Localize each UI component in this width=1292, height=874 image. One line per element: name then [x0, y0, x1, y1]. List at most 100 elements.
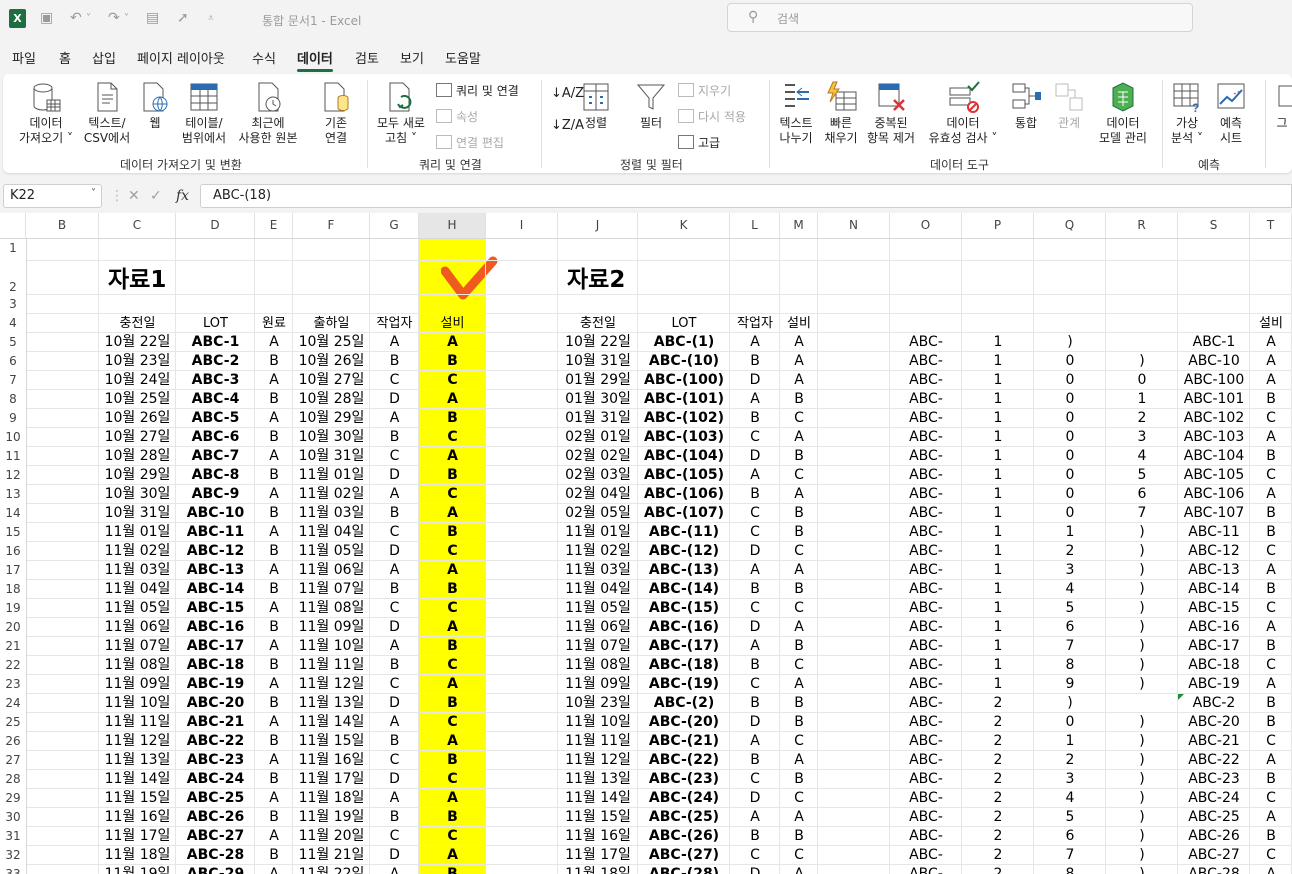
- cell-k5[interactable]: ABC-(1): [638, 333, 730, 352]
- cell-j9[interactable]: 01월 31일: [558, 409, 638, 428]
- cell-d9[interactable]: ABC-5: [176, 409, 255, 428]
- cell-q25[interactable]: 0: [1034, 713, 1106, 732]
- edit-links-button[interactable]: 연결 편집: [436, 134, 504, 151]
- cell-e23[interactable]: A: [255, 675, 293, 694]
- cell-g9[interactable]: A: [370, 409, 419, 428]
- cell-m11[interactable]: B: [780, 447, 818, 466]
- cell-t5[interactable]: A: [1250, 333, 1292, 352]
- cell-r19[interactable]: ): [1106, 599, 1178, 618]
- cell-g25[interactable]: A: [370, 713, 419, 732]
- cell-m14[interactable]: B: [780, 504, 818, 523]
- column-header-n[interactable]: N: [818, 213, 890, 238]
- column-header-q[interactable]: Q: [1034, 213, 1106, 238]
- cell-m20[interactable]: A: [780, 618, 818, 637]
- cell-r28[interactable]: ): [1106, 770, 1178, 789]
- cell-o28[interactable]: ABC-: [890, 770, 962, 789]
- cell-p18[interactable]: 1: [962, 580, 1034, 599]
- cell-o6[interactable]: ABC-: [890, 352, 962, 371]
- cell-d26[interactable]: ABC-22: [176, 732, 255, 751]
- cell-g19[interactable]: C: [370, 599, 419, 618]
- cell-f15[interactable]: 11월 04일: [293, 523, 370, 542]
- cell-l7[interactable]: D: [730, 371, 780, 390]
- cell-j6[interactable]: 10월 31일: [558, 352, 638, 371]
- redo-dropdown-icon[interactable]: ˅: [124, 13, 129, 24]
- cell-o7[interactable]: ABC-: [890, 371, 962, 390]
- cell-l6[interactable]: B: [730, 352, 780, 371]
- cell-k33[interactable]: ABC-(28): [638, 865, 730, 874]
- cancel-icon[interactable]: ✕: [128, 188, 140, 204]
- cell-o32[interactable]: ABC-: [890, 846, 962, 865]
- cell-h20[interactable]: A: [419, 618, 486, 637]
- cell-r25[interactable]: ): [1106, 713, 1178, 732]
- row-header[interactable]: 6: [0, 352, 27, 371]
- cell-s10[interactable]: ABC-103: [1178, 428, 1250, 447]
- cell-r31[interactable]: ): [1106, 827, 1178, 846]
- cell-s32[interactable]: ABC-27: [1178, 846, 1250, 865]
- cell-t26[interactable]: C: [1250, 732, 1292, 751]
- column-header-o[interactable]: O: [890, 213, 962, 238]
- cell-o27[interactable]: ABC-: [890, 751, 962, 770]
- cell-e11[interactable]: A: [255, 447, 293, 466]
- filter-button[interactable]: 필터: [631, 80, 671, 131]
- cell-k21[interactable]: ABC-(17): [638, 637, 730, 656]
- row-header[interactable]: 11: [0, 447, 27, 466]
- row-header[interactable]: 13: [0, 485, 27, 504]
- cell-p31[interactable]: 2: [962, 827, 1034, 846]
- cell-q12[interactable]: 0: [1034, 466, 1106, 485]
- remove-duplicates-button[interactable]: 중복된 항목 제거: [863, 80, 919, 146]
- row-header[interactable]: 30: [0, 808, 27, 827]
- cell-o20[interactable]: ABC-: [890, 618, 962, 637]
- cell-l23[interactable]: C: [730, 675, 780, 694]
- column-header-d[interactable]: D: [176, 213, 255, 238]
- row-header[interactable]: 10: [0, 428, 27, 447]
- cell-r26[interactable]: ): [1106, 732, 1178, 751]
- cell-j32[interactable]: 11월 17일: [558, 846, 638, 865]
- cell-l17[interactable]: A: [730, 561, 780, 580]
- cell-q30[interactable]: 5: [1034, 808, 1106, 827]
- row-header[interactable]: 20: [0, 618, 27, 637]
- cell-f11[interactable]: 10월 31일: [293, 447, 370, 466]
- row-header[interactable]: 24: [0, 694, 27, 713]
- cell-h31[interactable]: C: [419, 827, 486, 846]
- relationships-button[interactable]: 관계: [1049, 80, 1089, 131]
- cell-e8[interactable]: B: [255, 390, 293, 409]
- cell-h6[interactable]: B: [419, 352, 486, 371]
- cell-t8[interactable]: B: [1250, 390, 1292, 409]
- cell-f9[interactable]: 10월 29일: [293, 409, 370, 428]
- cell-o21[interactable]: ABC-: [890, 637, 962, 656]
- cell-k16[interactable]: ABC-(12): [638, 542, 730, 561]
- cell-t14[interactable]: B: [1250, 504, 1292, 523]
- row-header[interactable]: 17: [0, 561, 27, 580]
- cell-g6[interactable]: B: [370, 352, 419, 371]
- cell-m22[interactable]: C: [780, 656, 818, 675]
- row-header[interactable]: 21: [0, 637, 27, 656]
- cell-l15[interactable]: C: [730, 523, 780, 542]
- existing-connections-button[interactable]: 기존 연결: [311, 80, 361, 146]
- cell-q7[interactable]: 0: [1034, 371, 1106, 390]
- cell-m17[interactable]: A: [780, 561, 818, 580]
- cell-h30[interactable]: B: [419, 808, 486, 827]
- cell-f17[interactable]: 11월 06일: [293, 561, 370, 580]
- cell-f6[interactable]: 10월 26일: [293, 352, 370, 371]
- cell-s8[interactable]: ABC-101: [1178, 390, 1250, 409]
- cell-g13[interactable]: A: [370, 485, 419, 504]
- cell-g32[interactable]: D: [370, 846, 419, 865]
- cell-p26[interactable]: 2: [962, 732, 1034, 751]
- cell-r30[interactable]: ): [1106, 808, 1178, 827]
- cell-m27[interactable]: A: [780, 751, 818, 770]
- cell-j11[interactable]: 02월 02일: [558, 447, 638, 466]
- cell-l18[interactable]: B: [730, 580, 780, 599]
- formula-input[interactable]: ABC-(18): [200, 184, 1292, 208]
- cell-g18[interactable]: B: [370, 580, 419, 599]
- cell-c24[interactable]: 11월 10일: [99, 694, 176, 713]
- cell-s22[interactable]: ABC-18: [1178, 656, 1250, 675]
- cell-l33[interactable]: D: [730, 865, 780, 874]
- cell-j10[interactable]: 02월 01일: [558, 428, 638, 447]
- cell-h28[interactable]: C: [419, 770, 486, 789]
- cell-d31[interactable]: ABC-27: [176, 827, 255, 846]
- cell-p6[interactable]: 1: [962, 352, 1034, 371]
- cell-c29[interactable]: 11월 15일: [99, 789, 176, 808]
- cell-p28[interactable]: 2: [962, 770, 1034, 789]
- cell-p32[interactable]: 2: [962, 846, 1034, 865]
- cell-h18[interactable]: B: [419, 580, 486, 599]
